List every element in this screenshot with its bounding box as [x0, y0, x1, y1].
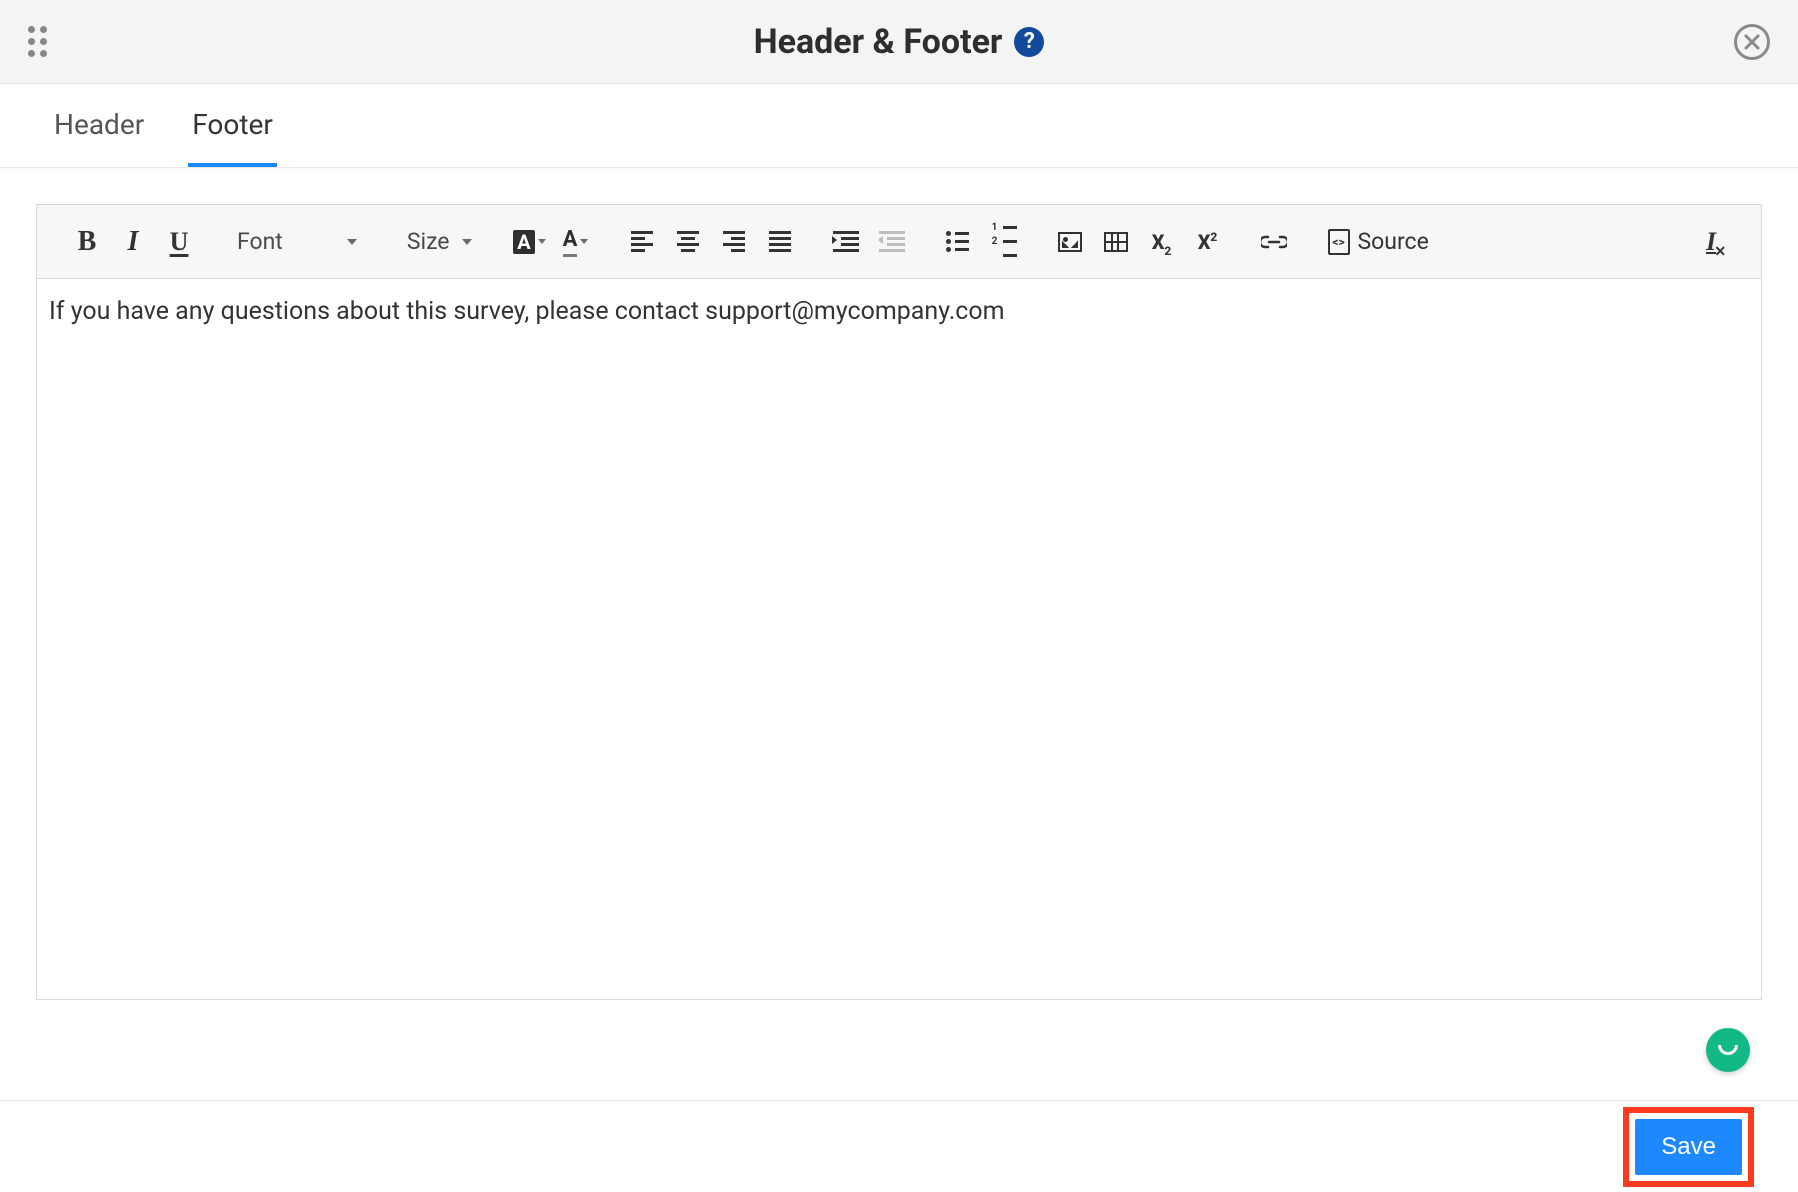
save-button[interactable]: Save	[1635, 1119, 1742, 1175]
close-icon	[1744, 34, 1760, 50]
align-left-button[interactable]	[622, 222, 662, 262]
align-center-button[interactable]	[668, 222, 708, 262]
size-dropdown-label: Size	[407, 228, 450, 255]
font-dropdown[interactable]: Font	[225, 222, 369, 262]
drag-grip-icon[interactable]	[28, 27, 58, 57]
tab-footer[interactable]: Footer	[188, 84, 277, 167]
help-fab[interactable]	[1706, 1028, 1750, 1072]
text-color-button[interactable]: A	[556, 222, 596, 262]
font-dropdown-label: Font	[237, 228, 283, 255]
source-icon: <>	[1328, 229, 1350, 255]
tab-header[interactable]: Header	[50, 84, 148, 167]
source-button[interactable]: <> Source	[1320, 222, 1437, 262]
chevron-down-icon	[462, 239, 472, 245]
dialog-header: Header & Footer ?	[0, 0, 1798, 84]
save-highlight: Save	[1623, 1107, 1754, 1187]
numbered-list-button[interactable]: 1 2 3	[984, 222, 1024, 262]
editor-content[interactable]: If you have any questions about this sur…	[37, 279, 1761, 999]
source-button-label: Source	[1358, 228, 1429, 255]
dialog-footer: Save	[0, 1100, 1798, 1192]
bold-button[interactable]: B	[67, 222, 107, 262]
indent-decrease-button[interactable]	[872, 222, 912, 262]
tabs: Header Footer	[0, 84, 1798, 168]
align-justify-button[interactable]	[760, 222, 800, 262]
size-dropdown[interactable]: Size	[395, 222, 484, 262]
insert-table-button[interactable]	[1096, 222, 1136, 262]
chevron-down-icon	[580, 239, 588, 244]
underline-button[interactable]: U	[159, 222, 199, 262]
rich-text-editor: B I U Font Size A A	[36, 204, 1762, 1000]
italic-button[interactable]: I	[113, 222, 153, 262]
chevron-down-icon	[347, 239, 357, 245]
superscript-button[interactable]: X2	[1188, 222, 1228, 262]
indent-increase-button[interactable]	[826, 222, 866, 262]
subscript-button[interactable]: X2	[1142, 222, 1182, 262]
clear-formatting-button[interactable]: I✕	[1691, 222, 1731, 262]
editor-toolbar: B I U Font Size A A	[37, 205, 1761, 279]
close-button[interactable]	[1734, 24, 1770, 60]
insert-image-button[interactable]	[1050, 222, 1090, 262]
background-color-button[interactable]: A	[510, 222, 550, 262]
insert-link-button[interactable]	[1254, 222, 1294, 262]
help-icon[interactable]: ?	[1014, 27, 1044, 57]
smile-icon	[1718, 1045, 1738, 1055]
table-icon	[1104, 232, 1128, 252]
link-icon	[1261, 235, 1287, 249]
dialog-title-wrap: Header & Footer ?	[0, 22, 1798, 62]
bullet-list-button[interactable]	[938, 222, 978, 262]
align-right-button[interactable]	[714, 222, 754, 262]
dialog-title: Header & Footer	[754, 22, 1003, 62]
image-icon	[1058, 232, 1082, 252]
chevron-down-icon	[538, 239, 546, 244]
